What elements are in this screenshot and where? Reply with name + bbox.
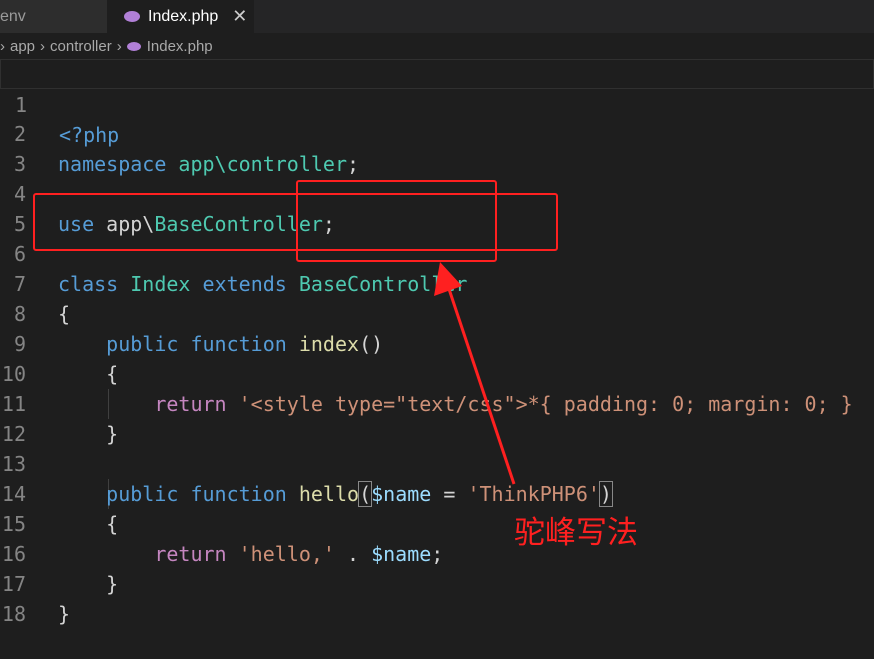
annotation-label: 驼峰写法 xyxy=(514,515,638,551)
annotation-arrow-icon xyxy=(434,262,516,485)
